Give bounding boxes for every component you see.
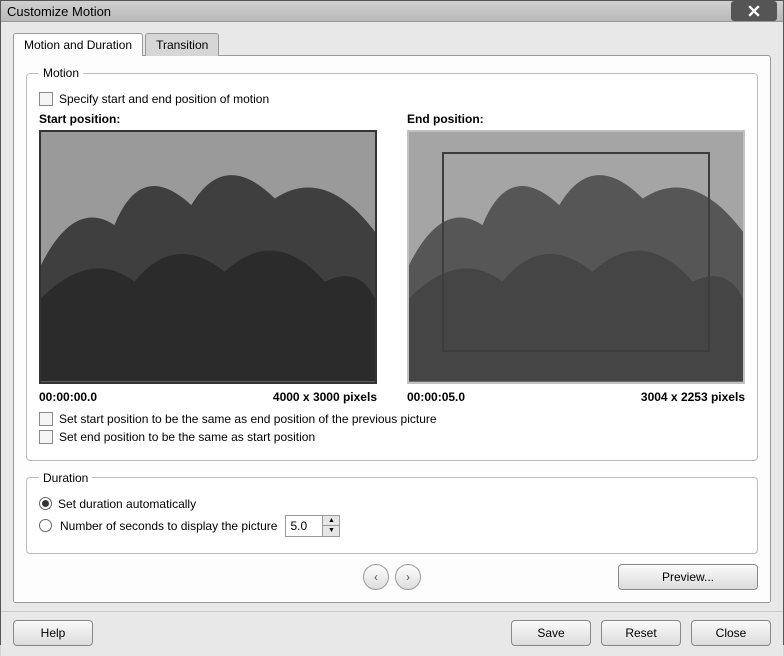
start-position-label: Start position:	[39, 112, 377, 126]
motion-group: Motion Specify start and end position of…	[26, 66, 758, 461]
start-position-thumbnail[interactable]	[39, 130, 377, 384]
end-crop-rectangle[interactable]	[442, 152, 709, 352]
same-as-start-label: Set end position to be the same as start…	[59, 430, 315, 444]
dialog-body: Motion and Duration Transition Motion Sp…	[1, 22, 783, 611]
duration-group: Duration Set duration automatically Numb…	[26, 471, 758, 554]
duration-auto-radio[interactable]	[39, 497, 52, 510]
end-meta: 00:00:05.0 3004 x 2253 pixels	[407, 390, 745, 404]
duration-seconds-label: Number of seconds to display the picture	[60, 519, 277, 533]
same-as-start-checkbox[interactable]	[39, 430, 53, 444]
nav-row: ‹ › Preview...	[26, 564, 758, 590]
start-time: 00:00:00.0	[39, 390, 97, 404]
end-position-label: End position:	[407, 112, 745, 126]
preview-button[interactable]: Preview...	[618, 564, 758, 590]
tab-motion-duration[interactable]: Motion and Duration	[13, 33, 143, 56]
positions-row: Start position: 00:00:00.0	[39, 112, 745, 404]
specify-motion-row: Specify start and end position of motion	[39, 92, 745, 106]
tree-image-icon	[41, 132, 375, 382]
end-position-col: End position:	[407, 112, 745, 404]
bottom-button-bar: Help Save Reset Close	[1, 611, 783, 656]
duration-auto-label: Set duration automatically	[58, 497, 196, 511]
same-as-prev-row: Set start position to be the same as end…	[39, 412, 745, 426]
chevron-right-icon: ›	[406, 570, 410, 584]
start-position-col: Start position: 00:00:00.0	[39, 112, 377, 404]
motion-legend: Motion	[39, 66, 83, 80]
start-meta: 00:00:00.0 4000 x 3000 pixels	[39, 390, 377, 404]
spinner-down-button[interactable]: ▼	[323, 526, 339, 536]
chevron-left-icon: ‹	[374, 570, 378, 584]
same-as-start-row: Set end position to be the same as start…	[39, 430, 745, 444]
spinner-up-button[interactable]: ▲	[323, 516, 339, 526]
motion-options: Set start position to be the same as end…	[39, 412, 745, 444]
dialog-window: Customize Motion Motion and Duration Tra…	[0, 0, 784, 645]
specify-motion-checkbox[interactable]	[39, 92, 53, 106]
same-as-prev-label: Set start position to be the same as end…	[59, 412, 437, 426]
help-button[interactable]: Help	[13, 620, 93, 646]
duration-seconds-row: Number of seconds to display the picture…	[39, 515, 745, 537]
duration-seconds-radio[interactable]	[39, 519, 52, 532]
tab-panel: Motion Specify start and end position of…	[13, 55, 771, 603]
close-button[interactable]: Close	[691, 620, 771, 646]
start-dimensions: 4000 x 3000 pixels	[273, 390, 377, 404]
duration-seconds-spinner: ▲ ▼	[285, 515, 340, 537]
duration-auto-row: Set duration automatically	[39, 497, 745, 511]
end-position-thumbnail[interactable]	[407, 130, 745, 384]
specify-motion-label: Specify start and end position of motion	[59, 92, 269, 106]
reset-button[interactable]: Reset	[601, 620, 681, 646]
window-title: Customize Motion	[7, 4, 731, 19]
titlebar: Customize Motion	[1, 1, 783, 22]
tab-transition[interactable]: Transition	[145, 33, 219, 56]
duration-seconds-input[interactable]	[286, 516, 322, 536]
duration-legend: Duration	[39, 471, 92, 485]
prev-picture-button[interactable]: ‹	[363, 564, 389, 590]
next-picture-button[interactable]: ›	[395, 564, 421, 590]
close-icon	[748, 5, 760, 17]
tab-bar: Motion and Duration Transition	[13, 33, 771, 56]
close-window-button[interactable]	[731, 1, 777, 21]
end-time: 00:00:05.0	[407, 390, 465, 404]
save-button[interactable]: Save	[511, 620, 591, 646]
end-dimensions: 3004 x 2253 pixels	[641, 390, 745, 404]
same-as-prev-checkbox[interactable]	[39, 412, 53, 426]
